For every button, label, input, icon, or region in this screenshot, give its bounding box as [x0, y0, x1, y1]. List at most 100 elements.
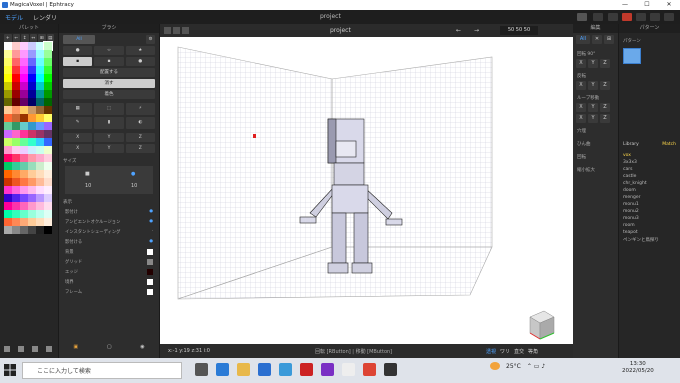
isometric-tab[interactable]: 等角	[528, 348, 538, 355]
taskbar-clock[interactable]: 13:30 2022/05/20	[622, 361, 654, 375]
palette-swatch[interactable]	[20, 218, 28, 226]
display-option[interactable]: フレーム	[59, 287, 159, 297]
palette-swatch[interactable]	[28, 154, 36, 162]
display-option[interactable]: アンビエントオクルージョン ●	[59, 217, 159, 227]
trash-icon[interactable]: ▮	[94, 117, 124, 129]
palette-swatch[interactable]	[20, 42, 28, 50]
palette-swatch[interactable]	[44, 170, 52, 178]
palette-swatch[interactable]	[12, 202, 20, 210]
display-option[interactable]: 背景	[59, 247, 159, 257]
palette-swatch[interactable]	[4, 154, 12, 162]
add-icon[interactable]	[4, 346, 10, 352]
palette-swatch[interactable]	[28, 146, 36, 154]
bound-color-swatch[interactable]	[147, 279, 153, 285]
palette-swatch[interactable]	[12, 226, 20, 234]
palette-swatch[interactable]	[44, 106, 52, 114]
palette-swatch[interactable]	[44, 162, 52, 170]
view-cube[interactable]	[529, 310, 555, 340]
palette-swatch[interactable]	[28, 42, 36, 50]
palette-swatch[interactable]	[12, 130, 20, 138]
palette-swatch[interactable]	[20, 146, 28, 154]
palette-swatch[interactable]	[44, 130, 52, 138]
new-file-button[interactable]	[608, 13, 618, 21]
library-item[interactable]: doom	[619, 187, 680, 194]
display-option[interactable]: エッジ	[59, 267, 159, 277]
rotate-z-button[interactable]: Z	[600, 59, 610, 68]
palette-swatch[interactable]	[28, 130, 36, 138]
palette-swatch[interactable]	[28, 202, 36, 210]
palette-swatch[interactable]	[20, 74, 28, 82]
settings-button[interactable]	[664, 13, 674, 21]
palette-swatch[interactable]	[12, 50, 20, 58]
magicavoxel-icon[interactable]	[384, 363, 397, 376]
mirror-y-button[interactable]: Y	[94, 133, 124, 142]
palette-swatch[interactable]	[44, 202, 52, 210]
flip-z-button[interactable]: Z	[600, 81, 610, 90]
palette-swatch[interactable]	[36, 98, 44, 106]
model-size-input[interactable]: 50 50 50	[500, 26, 538, 35]
palette-swatch[interactable]	[43, 41, 53, 51]
palette-swatch[interactable]	[20, 106, 28, 114]
palette-swatch[interactable]	[4, 146, 12, 154]
palette-swatch[interactable]	[44, 218, 52, 226]
line-mode-icon[interactable]: ▪	[94, 57, 124, 66]
library-item[interactable]: menger	[619, 194, 680, 201]
palette-swatch[interactable]	[28, 114, 36, 122]
weather-icon[interactable]	[490, 362, 500, 370]
palette-swatch[interactable]	[36, 162, 44, 170]
palette-swatch[interactable]	[4, 74, 12, 82]
flip-x-button[interactable]: X	[576, 81, 586, 90]
mirror-z-button[interactable]: Z	[125, 144, 155, 153]
palette-swatch[interactable]	[28, 226, 36, 234]
palette-swatch[interactable]	[28, 58, 36, 66]
palette-swatch[interactable]	[4, 186, 12, 194]
loop-z-button[interactable]: Z	[600, 103, 610, 112]
edit-section[interactable]: 回転	[573, 152, 618, 162]
attach-mode-icon[interactable]: ▪	[63, 57, 93, 66]
fit-icon[interactable]: ⊞	[604, 35, 614, 44]
palette-swatch[interactable]	[36, 194, 44, 202]
palette-swatch[interactable]	[44, 82, 52, 90]
box-select-icon[interactable]: ▦	[63, 103, 93, 115]
palette-swatch[interactable]	[36, 130, 44, 138]
edit-all-button[interactable]: All	[576, 35, 590, 44]
palette-swatch[interactable]	[44, 114, 52, 122]
palette-swatch[interactable]	[28, 170, 36, 178]
file-icon[interactable]	[46, 346, 52, 352]
palette-swatch[interactable]	[12, 58, 20, 66]
attach-button[interactable]: 配置する	[63, 68, 155, 77]
palette-swatch[interactable]	[36, 202, 44, 210]
mirror-x-button[interactable]: X	[63, 144, 93, 153]
brush-all-button[interactable]: All	[63, 35, 95, 44]
perspective-tab[interactable]: 透視	[486, 348, 496, 355]
chrome-icon[interactable]	[363, 363, 376, 376]
palette-swatch[interactable]	[20, 66, 28, 74]
palette-grid[interactable]	[4, 41, 53, 234]
redo-button[interactable]	[593, 13, 603, 21]
palette-swatch[interactable]	[20, 210, 28, 218]
loop-x-button[interactable]: X	[576, 103, 586, 112]
palette-swatch[interactable]	[4, 218, 12, 226]
palette-swatch[interactable]	[36, 42, 44, 50]
palette-swatch[interactable]	[44, 98, 52, 106]
palette-swatch[interactable]	[28, 194, 36, 202]
snapshot-button[interactable]	[650, 13, 660, 21]
palette-swatch[interactable]	[20, 194, 28, 202]
display-option[interactable]: 影付ける ●	[59, 237, 159, 247]
palette-swatch[interactable]	[36, 106, 44, 114]
folder-icon[interactable]: ▣	[73, 344, 78, 350]
palette-swatch[interactable]	[36, 154, 44, 162]
export-button[interactable]	[636, 13, 646, 21]
palette-swatch[interactable]	[4, 194, 12, 202]
palette-swatch[interactable]	[36, 218, 44, 226]
face-brush-icon[interactable]: ‹›	[94, 46, 124, 55]
palette-swatch[interactable]	[4, 226, 12, 234]
palette-swatch[interactable]	[20, 98, 28, 106]
palette-swatch[interactable]	[12, 42, 20, 50]
display-option[interactable]: インスタントシェーディング ·	[59, 227, 159, 237]
center-mode-icon[interactable]: ●	[125, 57, 155, 66]
palette-swatch[interactable]	[28, 106, 36, 114]
palette-swatch[interactable]	[44, 146, 52, 154]
loop-z-button[interactable]: Z	[600, 114, 610, 123]
palette-swatch[interactable]	[12, 218, 20, 226]
